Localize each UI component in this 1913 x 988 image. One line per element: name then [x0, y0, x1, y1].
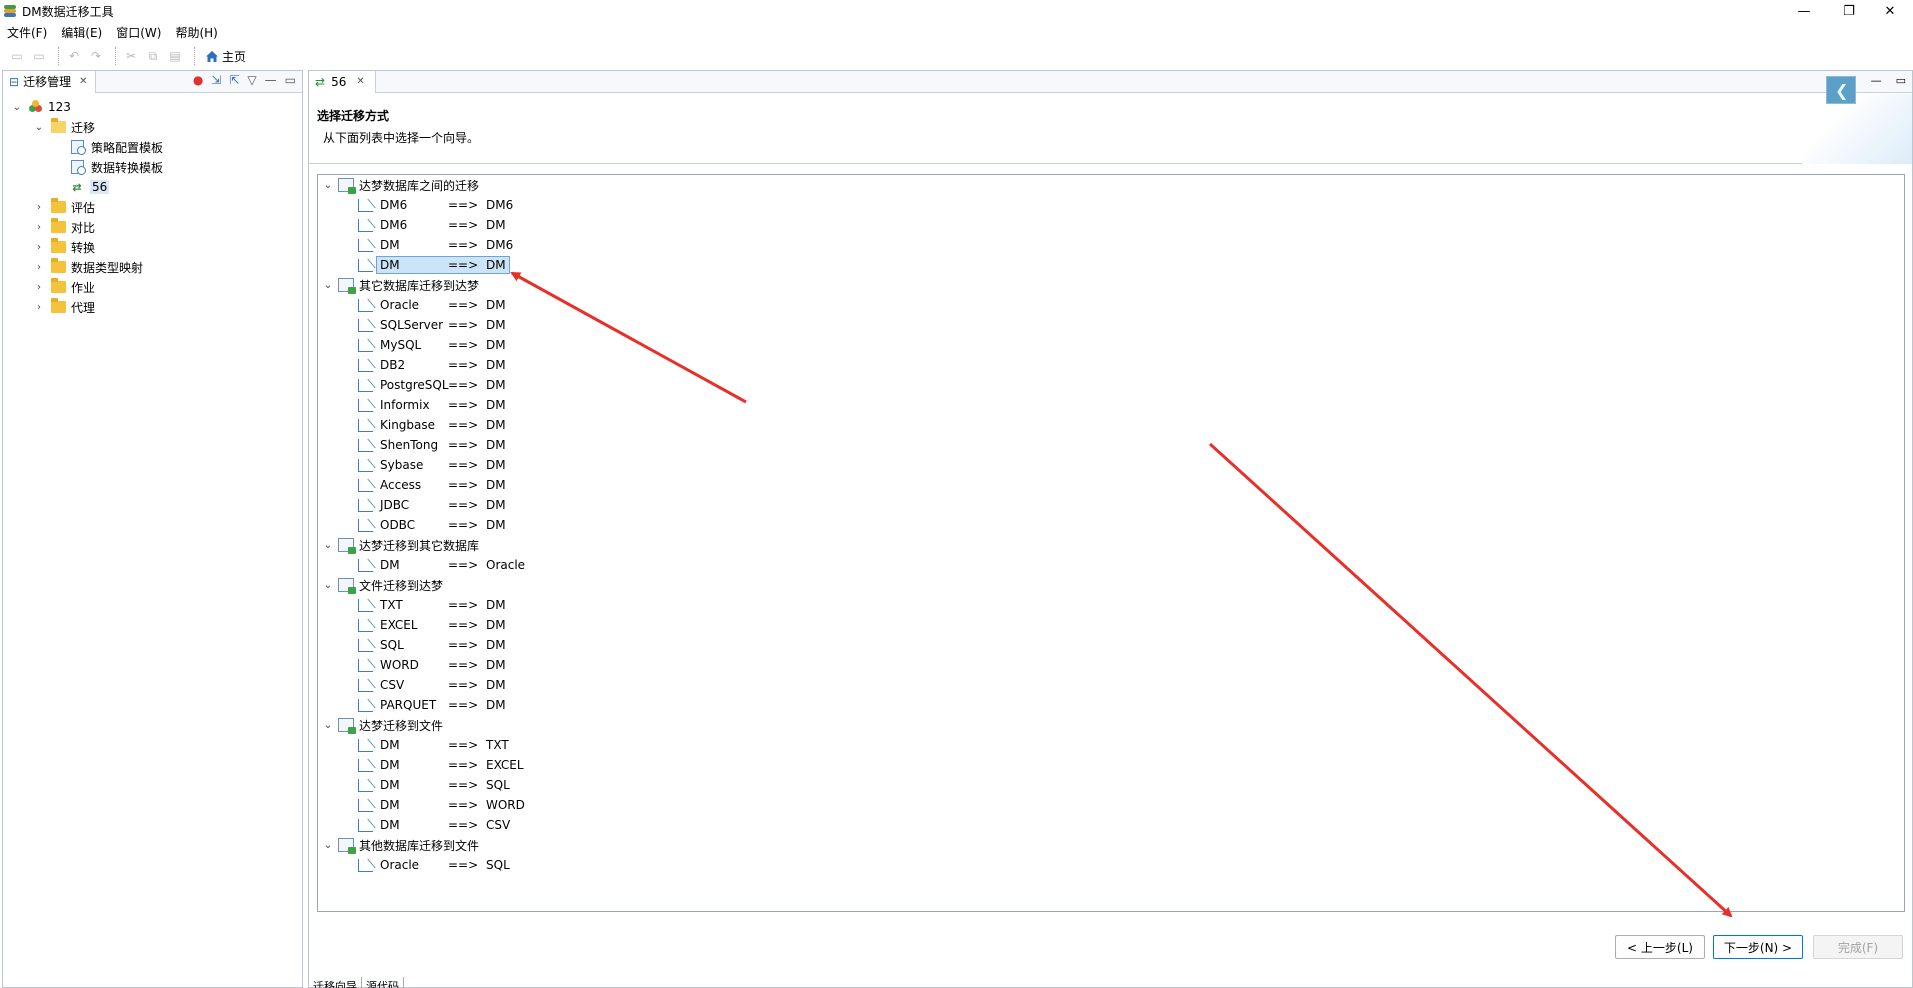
annotation-arrows — [510, 271, 1733, 918]
arrow-to-next-button — [1208, 442, 1733, 918]
arrow-to-selected-item — [510, 271, 747, 404]
